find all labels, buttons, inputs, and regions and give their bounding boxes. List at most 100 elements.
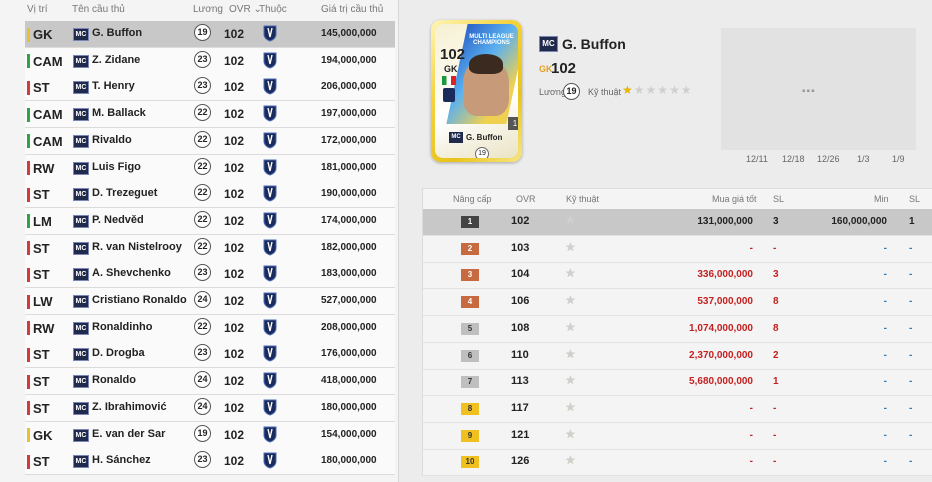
player-value: 194,000,000 [321,54,377,66]
player-row[interactable]: CAM MC Rivaldo 22 102 172,000,000 [25,127,395,155]
upgrade-ovr: 113 [511,375,529,388]
graph-date-label: 12/11 [746,154,768,164]
upgrade-min-price: - [883,456,887,468]
player-position: ST [27,401,50,416]
upgrade-row[interactable]: 5 108 ★ ★ ★ ★ ★ ★ 1,074,000,000 8- - [423,316,932,343]
player-name: A. Shevchenko [92,267,171,280]
player-value: 183,000,000 [321,268,377,280]
col-name[interactable]: Tên cầu thủ [72,4,125,15]
season-badge-icon: MC [73,54,89,68]
upgrade-row[interactable]: 4 106 ★ ★ ★ ★ ★ ★ 537,000,000 8- - [423,289,932,317]
player-value: 154,000,000 [321,428,377,440]
upgrade-level-badge: 2 [461,242,479,255]
upgrade-row[interactable]: 7 113 ★ ★ ★ ★ ★ ★ 5,680,000,000 1- - [423,369,932,397]
player-value: 182,000,000 [321,241,377,253]
upgrade-buy-price: 1,074,000,000 [689,322,753,334]
upgrade-min-qty: - [909,242,913,254]
upgrade-level-badge: 10 [461,456,479,469]
player-ovr: 102 [224,374,245,389]
upgrade-min-qty: - [909,456,913,468]
club-badge-icon [263,105,277,122]
upgrade-min-price: - [883,402,887,414]
upgrade-buy-qty: - [773,456,777,468]
club-badge-icon [263,239,277,256]
col-club[interactable]: Thuộc [259,4,287,15]
player-name: D. Drogba [92,347,145,360]
player-row[interactable]: ST MC R. van Nistelrooy 22 102 182,000,000 [25,234,395,262]
player-card: MULTI LEAGUE CHAMPIONS 102 GK 1 MC G. Buf… [431,20,522,162]
upgrade-min-price: 160,000,000 [831,216,887,227]
upgrade-min-qty: 1 [909,216,915,227]
upgrade-min-qty: - [909,322,913,334]
season-badge-icon: MC [73,161,89,175]
upgrade-ovr: 103 [511,241,530,254]
upgrade-row[interactable]: 3 104 ★ ★ ★ ★ ★ ★ 336,000,000 3- - [423,262,932,290]
player-wage: 24 [194,371,211,389]
col-position[interactable]: Vị trí [27,4,48,15]
player-name: G. Buffon [92,27,143,39]
player-row[interactable]: GK MC E. van der Sar 19 102 154,000,000 [25,421,395,449]
player-row[interactable]: RW MC Ronaldinho 22 102 208,000,000 [25,314,395,342]
player-ovr: 102 [224,187,245,202]
player-position: ST [27,267,50,282]
upgrade-buy-qty: 3 [773,216,779,227]
player-row[interactable]: LW MC Cristiano Ronaldo 24 102 527,000,000 [25,288,395,315]
club-badge-icon [263,52,277,69]
player-wage: 22 [194,237,211,255]
col-value[interactable]: Giá trị cầu thủ [321,4,383,15]
player-value: 206,000,000 [321,81,377,93]
player-wage: 22 [194,210,211,228]
upgrade-row[interactable]: 8 117 ★ ★ ★ ★ ★ ★ - - - - [423,396,932,423]
col-wage[interactable]: Lương [193,4,223,15]
upgrade-buy-price: - [749,402,753,414]
info-wage-label: Lương [539,87,566,97]
upgrade-buy-price: 336,000,000 [697,269,753,281]
season-badge-icon: MC [73,321,89,335]
player-row[interactable]: RW MC Luis Figo 22 102 181,000,000 [25,154,395,182]
player-row[interactable]: GK MC G. Buffon 19 102 145,000,000 [25,21,395,48]
upgrade-buy-qty: 1 [773,376,779,388]
upgrade-level-badge: 1 [461,216,479,228]
player-ovr: 102 [224,27,245,41]
player-wage: 23 [194,264,211,282]
upgrade-level-badge: 9 [461,429,479,442]
player-value: 181,000,000 [321,161,377,173]
player-row[interactable]: ST MC D. Drogba 23 102 176,000,000 [25,341,395,369]
player-ovr: 102 [224,160,245,175]
player-value: 197,000,000 [321,108,377,120]
player-row[interactable]: CAM MC Z. Zidane 23 102 194,000,000 [25,47,395,75]
player-value: 176,000,000 [321,348,377,360]
upgrade-row[interactable]: 10 126 ★ ★ ★ ★ ★ ★ - - - - [423,449,932,477]
col-ovr[interactable]: OVR ⌄ [229,4,262,15]
player-value: 190,000,000 [321,188,377,200]
player-face-image [463,54,509,116]
player-row[interactable]: ST MC D. Trezeguet 22 102 190,000,000 [25,181,395,209]
player-position: RW [27,161,54,176]
col-min: Min [874,194,889,204]
player-row[interactable]: CAM MC M. Ballack 22 102 197,000,000 [25,101,395,129]
player-wage: 23 [194,50,211,68]
season-badge-icon: MC [73,455,89,469]
player-row[interactable]: ST MC Ronaldo 24 102 418,000,000 [25,368,395,396]
player-position: GK [27,428,53,443]
upgrade-row[interactable]: 6 110 ★ ★ ★ ★ ★ ★ 2,370,000,000 2- - [423,343,932,370]
player-name: Z. Zidane [92,53,141,66]
player-wage: 23 [194,77,211,95]
info-skill-stars: ★★★★★★ [622,83,693,97]
player-value: 174,000,000 [321,214,377,226]
upgrade-row[interactable]: 1 102 ★ ★ ★ ★ ★ ★ 131,000,000 3 160,000,000 1 [423,209,932,236]
player-row[interactable]: ST MC H. Sánchez 23 102 180,000,000 [25,448,395,476]
upgrade-row[interactable]: 9 121 ★ ★ ★ ★ ★ ★ - - - - [423,423,932,450]
player-wage: 24 [194,397,211,415]
club-badge-icon [263,319,277,336]
player-row[interactable]: LM MC P. Nedvěd 22 102 174,000,000 [25,207,395,235]
player-row[interactable]: ST MC T. Henry 23 102 206,000,000 [25,74,395,102]
player-position: LM [27,214,52,229]
player-row[interactable]: ST MC A. Shevchenko 23 102 183,000,000 [25,261,395,289]
season-badge-icon: MC [73,241,89,255]
player-row[interactable]: ST MC Z. Ibrahimović 24 102 180,000,000 [25,394,395,422]
player-wage: 22 [194,184,211,202]
player-wage: 19 [194,24,211,41]
upgrade-row[interactable]: 2 103 ★ ★ ★ ★ ★ ★ - - - - [423,236,932,263]
upgrade-level-badge: 8 [461,402,479,415]
